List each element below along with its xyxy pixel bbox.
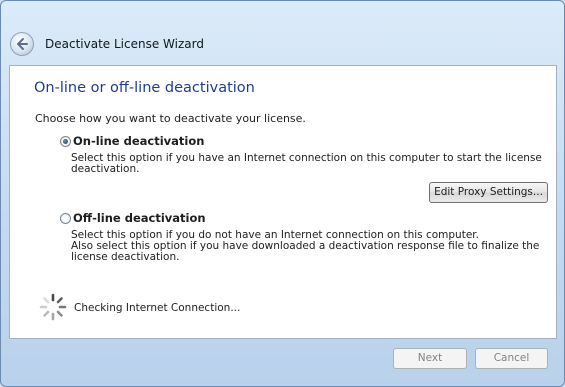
title-bar: Deactivate License Wizard [1,1,564,65]
page-heading: On-line or off-line deactivation [34,80,255,96]
wizard-window: Deactivate License Wizard On-line or off… [0,0,565,387]
content-panel: On-line or off-line deactivation Choose … [9,65,557,339]
offline-description-line: license deactivation. [71,251,180,263]
back-arrow-icon [17,38,28,50]
online-description: Select this option if you have an Intern… [71,153,542,175]
offline-option[interactable]: Off-line deactivation [60,211,206,225]
intro-text: Choose how you want to deactivate your l… [35,112,306,125]
offline-description: Select this option if you do not have an… [71,230,539,263]
offline-label[interactable]: Off-line deactivation [73,211,206,225]
next-button[interactable]: Next [393,348,467,369]
back-button[interactable] [10,32,34,56]
status-text: Checking Internet Connection... [74,302,241,314]
online-label[interactable]: On-line deactivation [73,134,204,148]
edit-proxy-settings-button[interactable]: Edit Proxy Settings... [429,182,548,203]
window-title: Deactivate License Wizard [45,37,204,51]
footer-bar: Next Cancel [1,339,564,386]
cancel-button[interactable]: Cancel [475,348,548,369]
online-description-line: Select this option if you have an Intern… [71,152,542,164]
online-description-line: deactivation. [71,163,140,175]
online-radio[interactable] [60,135,71,147]
offline-radio[interactable] [60,212,71,224]
loading-spinner-icon [39,293,67,321]
online-option[interactable]: On-line deactivation [60,134,204,148]
